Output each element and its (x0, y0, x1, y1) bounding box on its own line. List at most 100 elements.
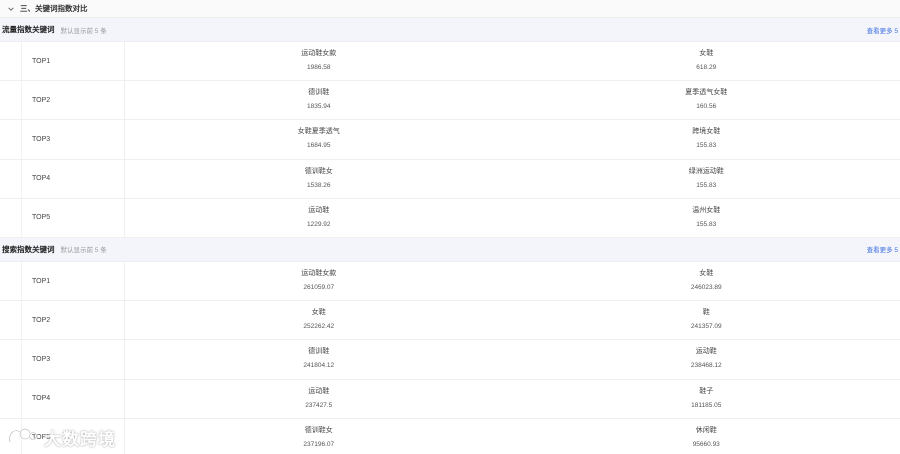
keyword-index-value: 1986.58 (307, 64, 331, 72)
keyword-index-value: 155.83 (696, 220, 717, 228)
keyword: 鞋 (702, 309, 710, 317)
keyword: 休闲鞋 (695, 426, 717, 434)
keyword-cell-right: 鞋子 181185.05 (513, 380, 900, 418)
table-row: TOP3 女鞋夏季透气 1684.95 跨境女鞋 155.83 (0, 120, 900, 160)
keyword: 女鞋 (699, 50, 714, 58)
keyword: 德训鞋女 (304, 426, 333, 434)
keyword-index-value: 155.83 (696, 181, 717, 189)
keyword-cell-right: 女鞋 246023.89 (513, 262, 900, 300)
keyword: 温州女鞋 (692, 206, 721, 214)
rank-label: TOP1 (22, 261, 125, 301)
section-header[interactable]: 三、关键词指数对比 (0, 0, 900, 18)
table-row: TOP1 运动鞋女款 261059.07 女鞋 246023.89 (0, 261, 900, 302)
table-row: TOP5 德训鞋女 237196.07 休闲鞋 95660.93 (0, 418, 900, 454)
keyword-index-value: 1835.94 (307, 103, 331, 111)
watermark: 大数跨境 (6, 424, 116, 450)
view-more-link[interactable]: 查看更多 5 (867, 25, 898, 35)
block-header-left: 流量指数关键词 默认显示前 5 条 (2, 24, 107, 35)
rank-label: TOP1 (22, 42, 125, 81)
block-header-left: 搜索指数关键词 默认显示前 5 条 (2, 244, 107, 255)
keyword-cell-left: 运动鞋 237427.5 (125, 380, 513, 418)
row-gutter (0, 81, 22, 120)
keyword-cell-left: 女鞋夏季透气 1684.95 (125, 120, 513, 158)
keyword: 德训鞋女 (304, 167, 333, 175)
keyword-cell-left: 德训鞋 1835.94 (125, 81, 513, 119)
keyword: 德训鞋 (308, 89, 330, 97)
section-title: 三、关键词指数对比 (20, 4, 88, 13)
row-gutter (0, 301, 22, 340)
keyword-index-value: 1684.95 (307, 142, 331, 150)
rank-label: TOP3 (22, 120, 125, 159)
table-row: TOP4 德训鞋女 1538.26 绿洲运动鞋 155.83 (0, 159, 900, 199)
table-row: TOP2 女鞋 252262.42 鞋 241357.09 (0, 301, 900, 341)
keyword: 运动鞋女款 (301, 50, 337, 58)
rank-label: TOP2 (22, 81, 125, 120)
table-row: TOP1 运动鞋女款 1986.58 女鞋 618.29 (0, 42, 900, 82)
keyword-cell-right: 夏季透气女鞋 160.56 (513, 81, 900, 119)
block-header: 搜索指数关键词 默认显示前 5 条 查看更多 5 (0, 237, 900, 262)
keyword-cell-left: 德训鞋女 1538.26 (125, 160, 513, 198)
keyword-index-value: 1229.92 (307, 220, 331, 228)
keyword: 女鞋 (699, 270, 714, 278)
row-gutter (0, 379, 22, 418)
keyword-index-value: 237196.07 (303, 440, 335, 448)
chevron-down-icon[interactable] (6, 4, 16, 14)
keyword-cell-left: 运动鞋女款 1986.58 (125, 42, 513, 80)
keyword: 夏季透气女鞋 (685, 89, 728, 97)
block-header: 流量指数关键词 默认显示前 5 条 查看更多 5 (0, 18, 900, 42)
keyword-cell-left: 运动鞋女款 261059.07 (125, 262, 513, 300)
keyword: 鞋子 (699, 387, 714, 395)
keyword-blocks: 流量指数关键词 默认显示前 5 条查看更多 5 TOP1 运动鞋女款 1986.58 女鞋… (0, 18, 900, 454)
row-gutter (0, 159, 22, 198)
keyword-index-value: 261059.07 (303, 284, 335, 292)
row-gutter (0, 198, 22, 237)
keyword-index-value: 238468.12 (690, 362, 722, 370)
view-more-link[interactable]: 查看更多 5 (867, 244, 898, 254)
keyword-index-value: 155.83 (696, 142, 717, 150)
keyword-index-value: 241357.09 (690, 323, 722, 331)
keyword-cell-right: 休闲鞋 95660.93 (513, 419, 900, 454)
keyword-index-value: 160.56 (696, 103, 717, 111)
keyword: 绿洲运动鞋 (688, 167, 724, 175)
block-subtitle: 默认显示前 5 条 (60, 247, 107, 255)
row-gutter (0, 42, 22, 81)
keyword-index-value: 237427.5 (305, 401, 333, 409)
rank-label: TOP3 (22, 340, 125, 379)
rank-label: TOP2 (22, 301, 125, 340)
keyword: 运动鞋 (308, 206, 330, 214)
keyword-cell-right: 绿洲运动鞋 155.83 (513, 160, 900, 198)
keyword-cell-left: 德训鞋女 237196.07 (125, 419, 513, 454)
row-gutter (0, 340, 22, 379)
keyword: 女鞋夏季透气 (297, 128, 340, 136)
block-subtitle: 默认显示前 5 条 (60, 27, 107, 35)
keyword-index-value: 1538.26 (307, 181, 331, 189)
keyword: 运动鞋 (695, 348, 717, 356)
keyword-cell-right: 女鞋 618.29 (513, 42, 900, 80)
keyword: 跨境女鞋 (692, 128, 721, 136)
row-gutter (0, 261, 22, 301)
table-row: TOP3 德训鞋 241804.12 运动鞋 238468.12 (0, 340, 900, 380)
keyword-cell-right: 运动鞋 238468.12 (513, 340, 900, 378)
block-title: 搜索指数关键词 (2, 244, 55, 254)
table-row: TOP2 德训鞋 1835.94 夏季透气女鞋 160.56 (0, 81, 900, 121)
keyword: 女鞋 (311, 309, 326, 317)
table-row: TOP4 运动鞋 237427.5 鞋子 181185.05 (0, 379, 900, 419)
keyword-index-value: 181185.05 (691, 401, 722, 409)
rank-label: TOP4 (22, 379, 125, 418)
keyword-index-value: 618.29 (696, 64, 717, 72)
keyword-index-value: 252262.42 (303, 323, 335, 331)
rank-label: TOP5 (22, 198, 125, 237)
keyword-cell-left: 女鞋 252262.42 (125, 301, 513, 339)
keyword-cell-left: 运动鞋 1229.92 (125, 199, 513, 237)
keyword-cell-right: 跨境女鞋 155.83 (513, 120, 900, 158)
keyword-cell-right: 温州女鞋 155.83 (513, 199, 900, 237)
watermark-text: 大数跨境 (44, 429, 116, 449)
rank-label: TOP4 (22, 159, 125, 198)
keyword-index-value: 246023.89 (690, 284, 722, 292)
keyword: 运动鞋女款 (301, 270, 337, 278)
watermark-logo-icon (6, 424, 40, 450)
table-row: TOP5 运动鞋 1229.92 温州女鞋 155.83 (0, 198, 900, 238)
keyword-cell-left: 德训鞋 241804.12 (125, 340, 513, 378)
keyword: 运动鞋 (308, 387, 330, 395)
keyword-index-value: 95660.93 (692, 440, 720, 448)
